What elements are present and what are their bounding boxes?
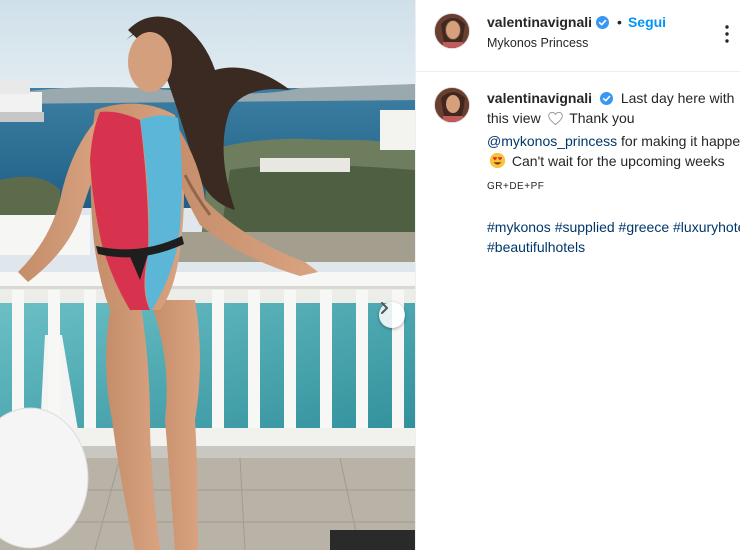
photo-scene (0, 0, 415, 550)
caption-part-4: Can't wait for the upcoming weeks (511, 153, 725, 169)
heart-eyes-emoji-icon (489, 152, 506, 174)
white-heart-icon (547, 111, 564, 131)
separator-dot: • (617, 14, 622, 30)
caption-text: valentinavignali Last day here with this… (487, 88, 740, 257)
location-link[interactable]: Mykonos Princess (487, 36, 588, 50)
hashtag-link[interactable]: #greece (619, 219, 670, 235)
hashtag-link[interactable]: #beautifulhotels (487, 239, 585, 255)
caption-codes: GR+DE+PF (487, 181, 545, 192)
avatar[interactable] (434, 13, 470, 49)
hashtag-link[interactable]: #luxuryhotel (673, 219, 740, 235)
post-header: valentinavignali • Segui Mykonos Princes… (416, 0, 740, 72)
hashtag-link[interactable]: #mykonos (487, 219, 551, 235)
caption-username-link[interactable]: valentinavignali (487, 90, 592, 106)
username-link[interactable]: valentinavignali (487, 14, 592, 30)
verified-badge-icon (599, 92, 613, 105)
chevron-right-icon (381, 302, 388, 314)
follow-button[interactable]: Segui (628, 14, 666, 30)
avatar-image (435, 88, 469, 122)
post-photo[interactable] (0, 0, 415, 550)
hashtag-link[interactable]: #supplied (555, 219, 615, 235)
avatar-image (435, 14, 469, 48)
post-side-panel: valentinavignali • Segui Mykonos Princes… (415, 0, 740, 550)
verified-badge-icon (596, 15, 610, 29)
caption-avatar[interactable] (434, 87, 470, 123)
header-name-row: valentinavignali • Segui (487, 13, 666, 31)
mention-link[interactable]: @mykonos_princess (487, 133, 617, 149)
hashtag-list: #mykonos #supplied #greece #luxuryhotel … (487, 217, 740, 257)
more-options-button[interactable] (720, 22, 734, 46)
caption-part-3: for making it happen (621, 133, 740, 149)
more-options-icon (725, 25, 729, 43)
caption-part-2: Thank you (569, 110, 635, 126)
carousel-next-button[interactable] (379, 302, 405, 328)
post-caption: valentinavignali Last day here with this… (416, 72, 740, 257)
